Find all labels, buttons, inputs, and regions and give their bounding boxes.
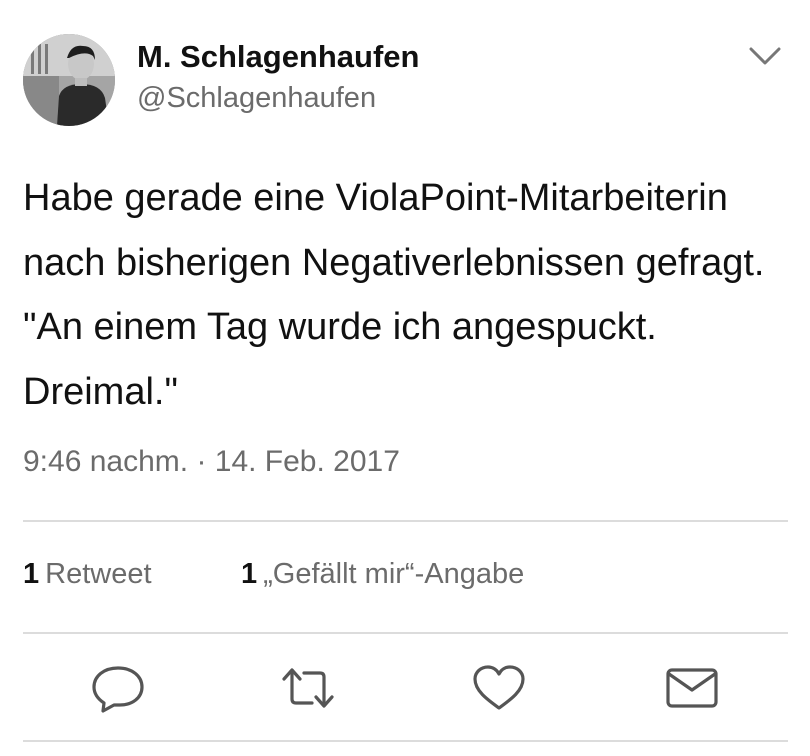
retweet-button[interactable] [278, 660, 338, 716]
retweet-icon [282, 668, 334, 708]
like-button[interactable] [469, 660, 529, 716]
author-handle[interactable]: @Schlagenhaufen [137, 82, 376, 115]
tweet-timestamp[interactable]: 9:46 nachm. · 14. Feb. 2017 [23, 445, 400, 479]
like-stat[interactable]: 1 „Gefällt mir“-Angabe [241, 558, 524, 591]
avatar[interactable] [23, 34, 115, 126]
retweet-count: 1 [23, 558, 40, 590]
reply-icon [92, 666, 144, 713]
retweet-label: Retweet [45, 558, 152, 590]
author-name[interactable]: M. Schlagenhaufen [137, 39, 419, 75]
retweet-stat[interactable]: 1 Retweet [23, 558, 152, 591]
divider [23, 632, 788, 634]
divider [23, 740, 788, 742]
tweet-text: Habe gerade eine ViolaPoint-Mitarbeiteri… [23, 177, 765, 413]
like-count: 1 [241, 558, 258, 590]
chevron-down-icon[interactable] [748, 44, 782, 68]
direct-message-button[interactable] [662, 660, 722, 716]
divider [23, 520, 788, 522]
reply-button[interactable] [88, 660, 148, 716]
tweet-card: M. Schlagenhaufen @Schlagenhaufen Habe g… [0, 0, 810, 756]
heart-icon [473, 665, 525, 710]
like-label: „Gefällt mir“-Angabe [263, 558, 525, 590]
engagement-stats: 1 Retweet 1 „Gefällt mir“-Angabe [23, 558, 524, 591]
envelope-icon [666, 668, 718, 708]
